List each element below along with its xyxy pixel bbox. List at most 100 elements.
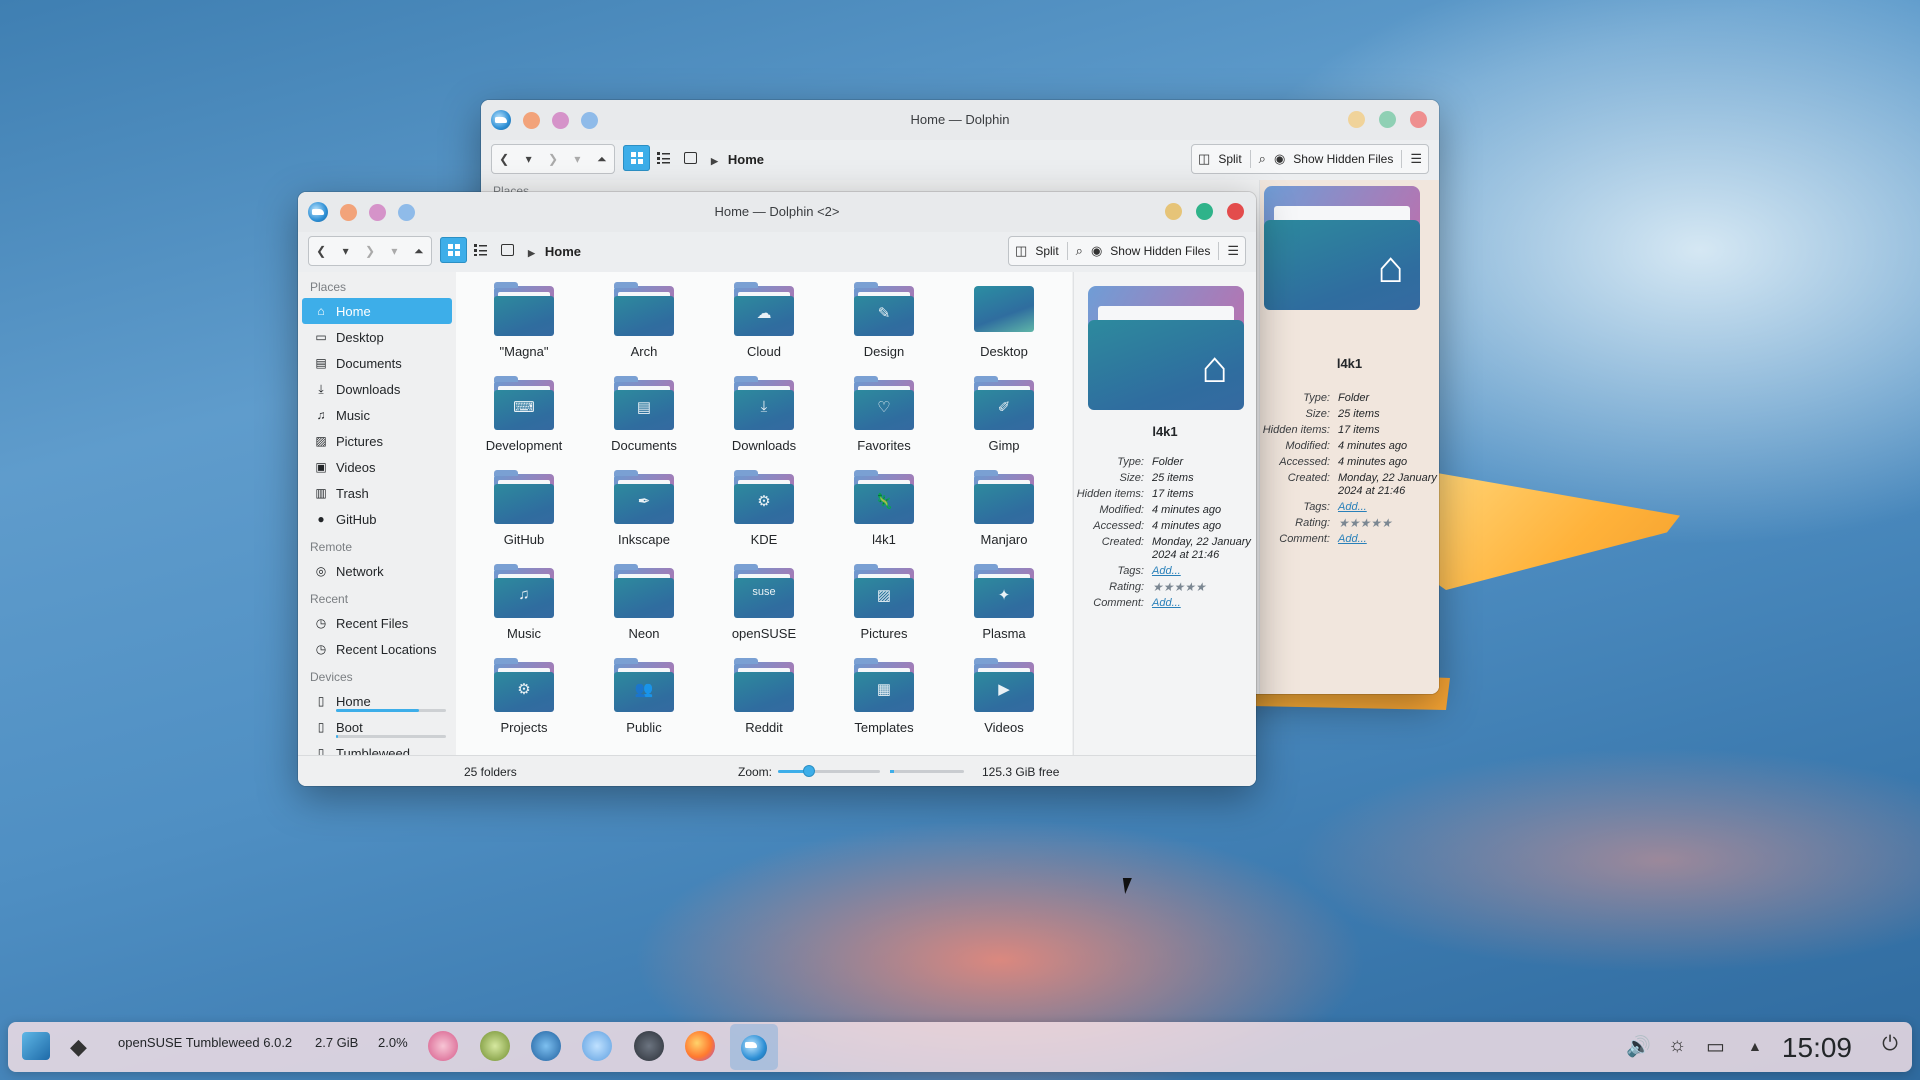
folder-item[interactable]: 🦎 l4k1 — [824, 468, 944, 562]
folder-item[interactable]: ⚙ KDE — [704, 468, 824, 562]
sidebar-item-desktop[interactable]: ▭ Desktop — [302, 324, 452, 350]
minimize-button[interactable] — [1165, 203, 1182, 220]
sidebar-item-downloads[interactable]: ⤓ Downloads — [302, 376, 452, 402]
titlebar[interactable]: Home — Dolphin — [481, 100, 1439, 140]
breadcrumb[interactable]: Home — [528, 244, 581, 259]
sidebar-item-github[interactable]: ● GitHub — [302, 506, 452, 532]
maximize-button[interactable] — [1379, 111, 1396, 128]
folder-item[interactable]: ☁ Cloud — [704, 280, 824, 374]
minimize-button[interactable] — [1348, 111, 1365, 128]
tree-view-button[interactable] — [677, 145, 704, 171]
gecko-icon[interactable] — [480, 1031, 510, 1061]
close-button[interactable] — [1410, 111, 1427, 128]
hamburger-menu-icon[interactable]: ☰ — [1410, 151, 1422, 167]
cpu-usage[interactable]: 2.0% — [378, 1035, 408, 1050]
brightness-icon[interactable]: ☼ — [1668, 1034, 1686, 1057]
sidebar-item-boot[interactable]: ▯ Boot — [302, 714, 452, 740]
folder-item[interactable]: ⌨ Development — [464, 374, 584, 468]
folder-item[interactable]: Arch — [584, 280, 704, 374]
show-hidden-files-button[interactable]: Show Hidden Files — [1110, 244, 1210, 258]
tags-add-link[interactable]: Add... — [1152, 565, 1256, 578]
folder-item[interactable]: ♡ Favorites — [824, 374, 944, 468]
sidebar-item-pictures[interactable]: ▨ Pictures — [302, 428, 452, 454]
zoom-slider[interactable] — [778, 765, 880, 777]
discover-icon[interactable] — [582, 1031, 612, 1061]
search-icon[interactable]: ⌕ — [1259, 151, 1266, 167]
folder-item[interactable]: Reddit — [704, 656, 824, 750]
ksysguard-icon[interactable] — [428, 1031, 458, 1061]
sidebar-item-home[interactable]: ▯ Home — [302, 688, 452, 714]
split-button[interactable]: Split — [1035, 244, 1058, 258]
comment-add-link[interactable]: Add... — [1338, 533, 1438, 546]
sidebar-item-home[interactable]: ⌂ Home — [302, 298, 452, 324]
back-icon[interactable]: ❮ — [494, 152, 514, 166]
back-icon[interactable]: ❮ — [311, 244, 331, 258]
folder-item[interactable]: ⚙ Projects — [464, 656, 584, 750]
system-monitor-icon[interactable] — [531, 1031, 561, 1061]
sidebar-item-videos[interactable]: ▣ Videos — [302, 454, 452, 480]
folder-item[interactable]: Manjaro — [944, 468, 1064, 562]
sidebar-item-trash[interactable]: ▥ Trash — [302, 480, 452, 506]
file-view[interactable]: "Magna" Arch ☁ Cloud ✎ Design Desktop ⌨ Developm… — [456, 272, 1072, 756]
split-button[interactable]: Split — [1218, 152, 1241, 166]
dolphin-task-active[interactable] — [730, 1024, 778, 1070]
zoom-slider-handle[interactable] — [802, 765, 815, 777]
folder-item[interactable]: ✒ Inkscape — [584, 468, 704, 562]
up-icon[interactable]: ⏶ — [409, 244, 429, 259]
details-view-button[interactable] — [467, 237, 494, 263]
application-launcher[interactable] — [22, 1032, 50, 1060]
folder-item[interactable]: ✎ Design — [824, 280, 944, 374]
sidebar-item-network[interactable]: ◎ Network — [302, 558, 452, 584]
power-icon[interactable]: ⏻ — [1882, 1033, 1898, 1056]
folder-item[interactable]: suse openSUSE — [704, 562, 824, 656]
folder-item[interactable]: Neon — [584, 562, 704, 656]
close-button[interactable] — [1227, 203, 1244, 220]
breadcrumb[interactable]: Home — [711, 152, 764, 167]
forward-dropdown-icon[interactable]: ▾ — [567, 152, 587, 166]
sidebar-item-recent-locations[interactable]: ◷ Recent Locations — [302, 636, 452, 662]
folder-item[interactable]: 👥 Public — [584, 656, 704, 750]
folder-item[interactable]: ▦ Templates — [824, 656, 944, 750]
folder-item[interactable]: ▤ Documents — [584, 374, 704, 468]
maximize-button[interactable] — [1196, 203, 1213, 220]
system-settings-icon[interactable] — [634, 1031, 664, 1061]
volume-icon[interactable]: 🔊 — [1626, 1034, 1651, 1059]
history-dropdown-icon[interactable]: ▾ — [519, 152, 539, 166]
titlebar[interactable]: Home — Dolphin <2> — [298, 192, 1256, 232]
forward-icon[interactable]: ❯ — [543, 152, 563, 166]
firefox-icon[interactable] — [685, 1031, 715, 1061]
folder-item[interactable]: ▨ Pictures — [824, 562, 944, 656]
up-icon[interactable]: ⏶ — [592, 152, 612, 167]
folder-item[interactable]: ♫ Music — [464, 562, 584, 656]
search-icon[interactable]: ⌕ — [1076, 243, 1083, 259]
clock[interactable]: 15:09 — [1782, 1032, 1852, 1064]
sidebar-item-recent-files[interactable]: ◷ Recent Files — [302, 610, 452, 636]
folder-item[interactable]: Desktop — [944, 280, 1064, 374]
show-hidden-files-button[interactable]: Show Hidden Files — [1293, 152, 1393, 166]
tags-add-link[interactable]: Add... — [1338, 501, 1438, 514]
folder-item[interactable]: ✐ Gimp — [944, 374, 1064, 468]
folder-item[interactable]: GitHub — [464, 468, 584, 562]
rating-stars[interactable]: ★★★★★ — [1152, 581, 1256, 594]
history-dropdown-icon[interactable]: ▾ — [336, 244, 356, 258]
rating-stars[interactable]: ★★★★★ — [1338, 517, 1438, 530]
icons-view-button[interactable] — [623, 145, 650, 171]
display-icon[interactable]: ▭ — [1706, 1034, 1725, 1059]
tree-view-button[interactable] — [494, 237, 521, 263]
expand-tray-icon[interactable]: ▲ — [1748, 1038, 1762, 1054]
icons-view-button[interactable] — [440, 237, 467, 263]
forward-icon[interactable]: ❯ — [360, 244, 380, 258]
hamburger-menu-icon[interactable]: ☰ — [1227, 243, 1239, 259]
folder-item[interactable]: ⤓ Downloads — [704, 374, 824, 468]
forward-dropdown-icon[interactable]: ▾ — [384, 244, 404, 258]
details-view-button[interactable] — [650, 145, 677, 171]
folder-item[interactable]: ✦ Plasma — [944, 562, 1064, 656]
dolphin-window[interactable]: Home — Dolphin <2> ❮ ▾ ❯ ▾ ⏶ Home ◫ Spli… — [298, 192, 1256, 786]
sidebar-item-documents[interactable]: ▤ Documents — [302, 350, 452, 376]
comment-add-link[interactable]: Add... — [1152, 597, 1256, 610]
layers-icon[interactable]: ◆ — [70, 1034, 87, 1060]
ram-usage[interactable]: 2.7 GiB — [315, 1035, 358, 1050]
sidebar-item-music[interactable]: ♫ Music — [302, 402, 452, 428]
folder-item[interactable]: ▶ Videos — [944, 656, 1064, 750]
folder-item[interactable]: "Magna" — [464, 280, 584, 374]
